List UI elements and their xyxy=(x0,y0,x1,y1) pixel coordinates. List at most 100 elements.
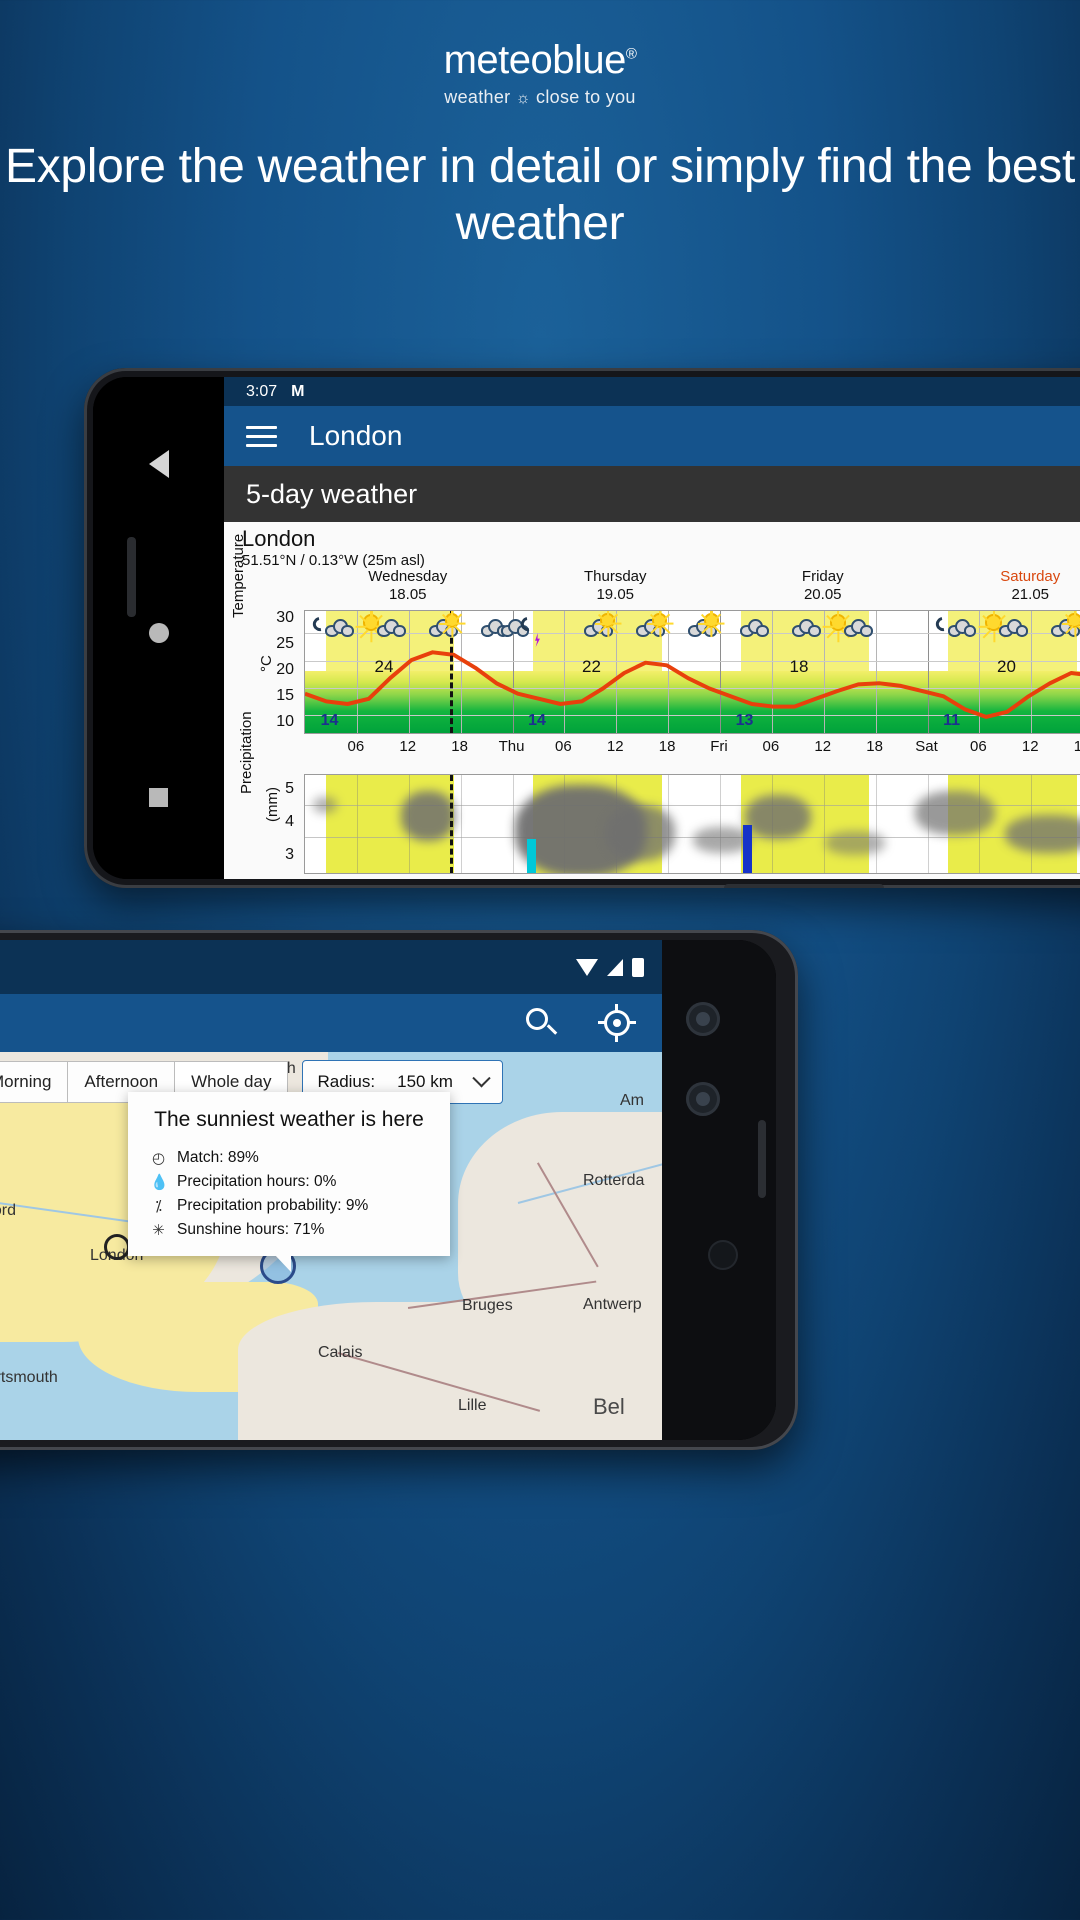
phone2-bezel xyxy=(662,940,776,1440)
temp-max-label: 22 xyxy=(582,657,601,677)
map-location-pin[interactable] xyxy=(104,1234,130,1260)
cloud-cover-blob xyxy=(915,791,995,835)
precipitation-drop-icon: 💧 xyxy=(150,1174,169,1191)
map-filter-tab-morning[interactable]: Morning xyxy=(0,1061,68,1103)
phone2-screen: NorwichOxfordLondonPortsmouthCalaisLille… xyxy=(0,940,662,1440)
precip-axis-tick: 4 xyxy=(285,813,294,830)
volume-rocker xyxy=(758,1120,766,1198)
search-icon[interactable] xyxy=(524,1006,558,1040)
time-axis-tick: 18 xyxy=(866,738,883,755)
app-bar: London xyxy=(224,406,1080,466)
weather-chart[interactable]: London 51.51°N / 0.13°W (25m asl) Wednes… xyxy=(224,522,1080,879)
battery-icon xyxy=(632,957,644,977)
map-label-lille: Lille xyxy=(458,1397,487,1414)
popup-row: ✳ Sunshine hours: 71% xyxy=(128,1218,450,1242)
weather-map[interactable]: NorwichOxfordLondonPortsmouthCalaisLille… xyxy=(0,1052,662,1440)
phone2-status-bar xyxy=(0,940,662,994)
radius-label: Radius: xyxy=(317,1072,376,1091)
precip-axis-tick: 5 xyxy=(285,780,294,797)
camera-lens-secondary-icon xyxy=(686,1082,720,1116)
tagline-right: close to you xyxy=(536,87,636,107)
map-label-antwerp: Antwerp xyxy=(583,1296,642,1313)
temp-axis-tick: 10 xyxy=(276,712,294,730)
phone-device-bottom: NorwichOxfordLondonPortsmouthCalaisLille… xyxy=(0,930,798,1450)
time-axis-tick: 06 xyxy=(347,738,365,755)
weather-icon-sun-cloud-drizzle xyxy=(822,611,892,647)
time-axis-labels: 061218Thu061218Fri061218Sat061218Sun xyxy=(304,738,1080,758)
chart-day-label: Thursday 19.05 xyxy=(583,568,647,603)
time-axis-tick: Fri xyxy=(710,738,728,755)
chevron-down-icon xyxy=(472,1068,491,1087)
cloud-cover-blob xyxy=(1005,815,1080,853)
time-axis-tick: 06 xyxy=(970,738,987,755)
temperature-plot[interactable] xyxy=(304,610,1080,734)
temp-max-label: 18 xyxy=(789,657,809,677)
temp-min-label: 13 xyxy=(735,712,754,729)
map-label-am: Am xyxy=(620,1092,644,1109)
map-label-portsmouth: Portsmouth xyxy=(0,1369,58,1386)
signal-icon xyxy=(607,958,623,976)
match-target-icon: ◴ xyxy=(151,1150,166,1167)
map-label-bruges: Bruges xyxy=(462,1297,513,1314)
popup-row-text: Precipitation hours: 0% xyxy=(177,1173,337,1190)
time-axis-tick: 18 xyxy=(1073,738,1080,755)
precip-axis-tick: 3 xyxy=(285,846,294,863)
chart-location-coordinates: 51.51°N / 0.13°W (25m asl) xyxy=(242,552,425,569)
sunniest-weather-popup: The sunniest weather is here ◴ Match: 89%… xyxy=(128,1092,450,1272)
time-axis-tick: Sat xyxy=(915,738,938,755)
logo-text: meteoblue xyxy=(443,38,627,82)
chart-day-labels: Wednesday 18.05 Thursday 19.05 Friday 20.05 Sa… xyxy=(224,568,1080,606)
volume-rocker xyxy=(127,537,136,617)
popup-row-text: Sunshine hours: 71% xyxy=(177,1221,325,1238)
status-bar: 3:07 M xyxy=(224,377,1080,406)
temp-min-label: 14 xyxy=(528,712,546,729)
time-axis-tick: 12 xyxy=(1021,738,1039,755)
locate-me-icon[interactable] xyxy=(598,1004,636,1042)
precipitation-bar xyxy=(527,839,536,873)
android-nav-rail xyxy=(93,377,224,879)
chart-location-name: London xyxy=(242,526,316,551)
home-circle-icon[interactable] xyxy=(148,622,169,643)
logo-tagline: weather ☼ close to you xyxy=(0,87,1080,108)
temp-axis-tick: 20 xyxy=(276,661,294,678)
time-axis-tick: 18 xyxy=(451,738,468,755)
popup-row-text: Match: 89% xyxy=(177,1149,259,1166)
phone2-app-bar xyxy=(0,994,662,1052)
cloud-cover-blob xyxy=(745,795,811,839)
recents-square-icon[interactable] xyxy=(149,787,168,807)
temp-axis-tick: 25 xyxy=(276,635,294,653)
cloud-cover-blob xyxy=(825,831,885,855)
time-axis-tick: Thu xyxy=(498,738,525,755)
sub-bar: 5-day weather xyxy=(224,466,1080,522)
temp-max-label: 24 xyxy=(374,657,394,677)
brand-logo: meteoblue® weather ☼ close to you xyxy=(0,38,1080,108)
radius-value: 150 km xyxy=(397,1072,453,1091)
registered-mark-icon: ® xyxy=(625,45,637,63)
precipitation-bar xyxy=(743,825,752,873)
hamburger-menu-icon[interactable] xyxy=(246,425,277,447)
sub-bar-title: 5-day weather xyxy=(246,478,418,509)
precipitation-plot[interactable] xyxy=(304,774,1080,874)
cloud-cover-blob xyxy=(401,791,455,841)
cloud-cover-blob xyxy=(605,805,675,861)
chart-day-label: Friday 20.05 xyxy=(801,568,844,603)
app-bar-title: London xyxy=(309,420,403,451)
back-triangle-icon[interactable] xyxy=(148,449,169,478)
wifi-icon xyxy=(576,958,598,976)
popup-row: 💧 Precipitation hours: 0% xyxy=(128,1170,450,1194)
sun-icon: ☼ xyxy=(515,90,531,107)
time-axis-tick: 12 xyxy=(606,738,624,755)
temp-max-label: 20 xyxy=(997,657,1016,677)
sunshine-icon: ✳ xyxy=(152,1222,165,1239)
gmail-icon: M xyxy=(291,382,304,400)
time-axis-tick: 18 xyxy=(658,738,676,755)
chart-day-label: Saturday 21.05 xyxy=(1000,568,1061,603)
tagline-left: weather xyxy=(444,87,511,107)
temp-min-label: 11 xyxy=(943,712,961,729)
logo-wordmark: meteoblue® xyxy=(444,38,637,83)
phone1-screen: 3:07 M London 5-day weather London 51.51… xyxy=(224,377,1080,879)
temp-axis-tick: 15 xyxy=(276,686,294,704)
temperature-axis-title: Temperature xyxy=(230,533,247,618)
popup-row: ⁒ Precipitation probability: 9% xyxy=(128,1194,450,1218)
percent-icon: ⁒ xyxy=(155,1198,162,1215)
